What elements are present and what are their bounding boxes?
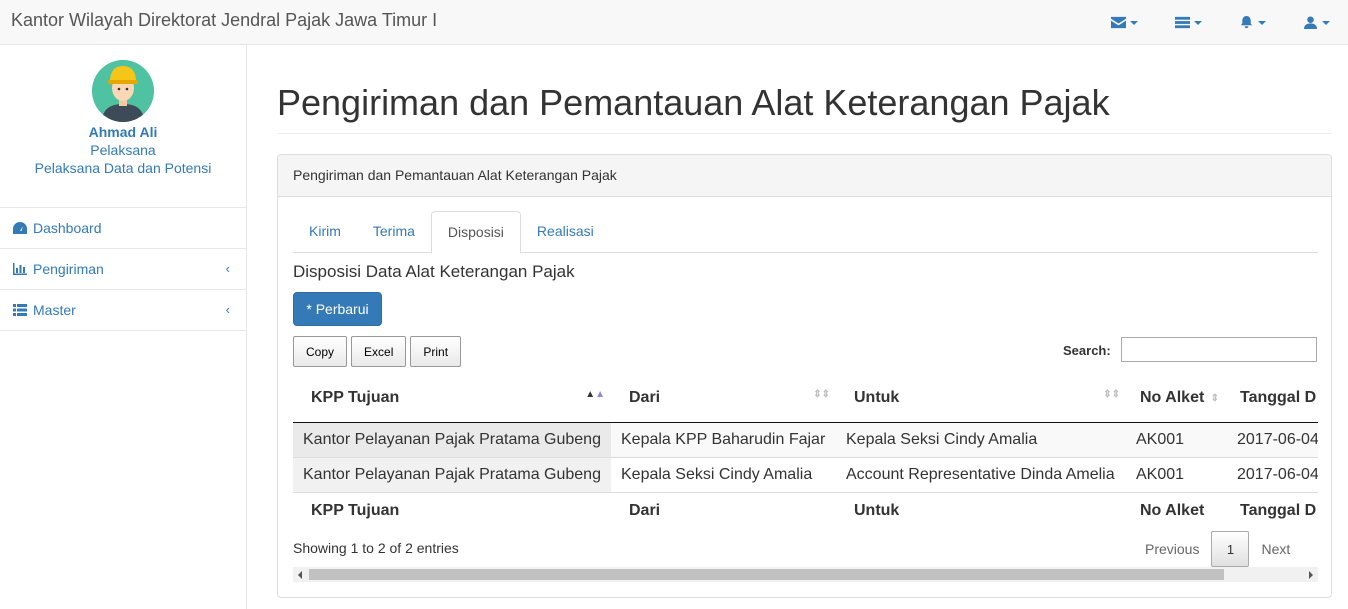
- section-title: Disposisi Data Alat Keterangan Pajak: [293, 262, 575, 281]
- cell-dari: Kepala Seksi Cindy Amalia: [611, 457, 836, 493]
- bell-icon: [1240, 16, 1252, 29]
- chevron-down-icon: [1129, 20, 1138, 25]
- avatar: [92, 60, 154, 122]
- footer-untuk: Untuk: [836, 491, 1126, 527]
- tab-terima[interactable]: Terima: [357, 211, 431, 253]
- top-navbar: Kantor Wilayah Direktorat Jendral Pajak …: [0, 0, 1348, 45]
- excel-button[interactable]: Excel: [351, 336, 407, 367]
- sidebar-item-dashboard[interactable]: Dashboard: [0, 208, 246, 249]
- column-header-tanggal[interactable]: Tanggal D: [1227, 375, 1318, 423]
- tab-kirim[interactable]: Kirim: [293, 211, 357, 253]
- cell-tanggal: 2017-06-04: [1227, 422, 1318, 458]
- footer-tanggal: Tanggal D: [1227, 491, 1318, 527]
- scroll-left-arrow-icon[interactable]: [298, 571, 302, 579]
- cell-untuk: Account Representative Dinda Amelia: [836, 457, 1126, 493]
- profile-role: Pelaksana: [90, 142, 156, 158]
- brand-title[interactable]: Kantor Wilayah Direktorat Jendral Pajak …: [11, 10, 437, 31]
- column-label: KPP Tujuan: [311, 389, 400, 407]
- search-label: Search:: [1063, 343, 1111, 358]
- table-row[interactable]: Kantor Pelayanan Pajak Pratama Gubeng Ke…: [293, 422, 1318, 458]
- cell-kpp-tujuan: Kantor Pelayanan Pajak Pratama Gubeng: [293, 422, 611, 458]
- cell-untuk: Kepala Seksi Cindy Amalia: [836, 422, 1126, 458]
- horizontal-scrollbar[interactable]: [293, 567, 1318, 582]
- list-icon: [13, 304, 27, 316]
- user-icon: [1303, 16, 1317, 29]
- column-label: Dari: [629, 389, 661, 407]
- disposisi-table: KPP Tujuan ▲▲ Dari ⇕⇕ Untuk ⇕⇕ No Alket …: [293, 375, 1318, 527]
- sidebar-item-pengiriman[interactable]: Pengiriman ‹: [0, 249, 246, 290]
- footer-no-alket: No Alket: [1126, 491, 1227, 527]
- footer-kpp-tujuan: KPP Tujuan: [293, 491, 611, 527]
- page-1-button[interactable]: 1: [1211, 531, 1250, 567]
- sidebar-item-label: Pengiriman: [33, 261, 104, 277]
- column-label: Untuk: [854, 389, 900, 407]
- dashboard-icon: [13, 222, 27, 234]
- cell-kpp-tujuan: Kantor Pelayanan Pajak Pratama Gubeng: [293, 457, 611, 493]
- column-label: No Alket: [1140, 389, 1205, 407]
- column-header-untuk[interactable]: Untuk ⇕⇕: [836, 375, 1126, 423]
- sort-asc-icon: ▲▲: [585, 389, 605, 400]
- tab-disposisi[interactable]: Disposisi: [430, 211, 521, 254]
- sidebar-item-label: Master: [33, 302, 76, 318]
- table-info: Showing 1 to 2 of 2 entries: [293, 540, 459, 556]
- cell-no-alket: AK001: [1126, 457, 1227, 493]
- main-panel: Pengiriman dan Pemantauan Alat Keteranga…: [277, 154, 1332, 598]
- export-buttons: Copy Excel Print: [293, 336, 462, 367]
- divider: [277, 133, 1332, 134]
- worker-avatar-icon: [92, 60, 154, 122]
- profile-name: Ahmad Ali: [88, 124, 158, 140]
- messages-dropdown[interactable]: [1092, 0, 1156, 45]
- column-header-dari[interactable]: Dari ⇕⇕: [611, 375, 836, 423]
- chevron-down-icon: [1257, 20, 1266, 25]
- next-page-button[interactable]: Next: [1249, 541, 1302, 557]
- refresh-button[interactable]: * Perbarui: [293, 292, 382, 326]
- scroll-right-arrow-icon[interactable]: [1309, 571, 1313, 579]
- column-header-no-alket[interactable]: No Alket ⇕: [1126, 375, 1227, 423]
- sidebar: Ahmad Ali Pelaksana Pelaksana Data dan P…: [0, 45, 247, 609]
- bar-chart-icon: [13, 263, 27, 275]
- cell-tanggal: 2017-06-04: [1227, 457, 1318, 493]
- alerts-dropdown[interactable]: [1220, 0, 1284, 45]
- cell-no-alket: AK001: [1126, 422, 1227, 458]
- chevron-down-icon: [1321, 20, 1330, 25]
- envelope-icon: [1110, 16, 1126, 29]
- sidebar-item-master[interactable]: Master ‹: [0, 290, 246, 331]
- sort-icon: ⇕: [1210, 393, 1219, 404]
- pagination: Previous 1 Next: [1133, 531, 1302, 567]
- chevron-left-icon: ‹: [225, 302, 230, 317]
- sort-icon: ⇕⇕: [813, 389, 830, 400]
- user-dropdown[interactable]: [1284, 0, 1348, 45]
- chevron-down-icon: [1193, 20, 1202, 25]
- tasks-dropdown[interactable]: [1156, 0, 1220, 45]
- previous-page-button[interactable]: Previous: [1133, 541, 1211, 557]
- tab-realisasi[interactable]: Realisasi: [521, 211, 610, 253]
- panel-heading: Pengiriman dan Pemantauan Alat Keteranga…: [278, 155, 1331, 197]
- tab-bar: Kirim Terima Disposisi Realisasi: [293, 211, 1318, 254]
- search-input[interactable]: [1121, 337, 1317, 362]
- navbar-icons: [1092, 0, 1348, 45]
- table-footer-row: KPP Tujuan Dari Untuk No Alket Tanggal D: [293, 491, 1318, 527]
- profile-unit: Pelaksana Data dan Potensi: [34, 160, 212, 176]
- sort-icon: ⇕⇕: [1103, 389, 1120, 400]
- cell-dari: Kepala KPP Baharudin Fajar: [611, 422, 836, 458]
- scrollbar-thumb[interactable]: [309, 569, 1224, 580]
- copy-button[interactable]: Copy: [293, 336, 348, 367]
- print-button[interactable]: Print: [410, 336, 462, 367]
- user-profile: Ahmad Ali Pelaksana Pelaksana Data dan P…: [0, 45, 246, 208]
- table-header-row: KPP Tujuan ▲▲ Dari ⇕⇕ Untuk ⇕⇕ No Alket …: [293, 375, 1318, 423]
- sidebar-item-label: Dashboard: [33, 220, 102, 236]
- tasks-icon: [1174, 16, 1190, 29]
- page-title: Pengiriman dan Pemantauan Alat Keteranga…: [277, 82, 1110, 123]
- chevron-left-icon: ‹: [225, 261, 230, 276]
- data-table-wrapper: KPP Tujuan ▲▲ Dari ⇕⇕ Untuk ⇕⇕ No Alket …: [293, 375, 1318, 527]
- table-row[interactable]: Kantor Pelayanan Pajak Pratama Gubeng Ke…: [293, 457, 1318, 493]
- column-label: Tanggal D: [1240, 389, 1317, 407]
- column-header-kpp-tujuan[interactable]: KPP Tujuan ▲▲: [293, 375, 611, 423]
- footer-dari: Dari: [611, 491, 836, 527]
